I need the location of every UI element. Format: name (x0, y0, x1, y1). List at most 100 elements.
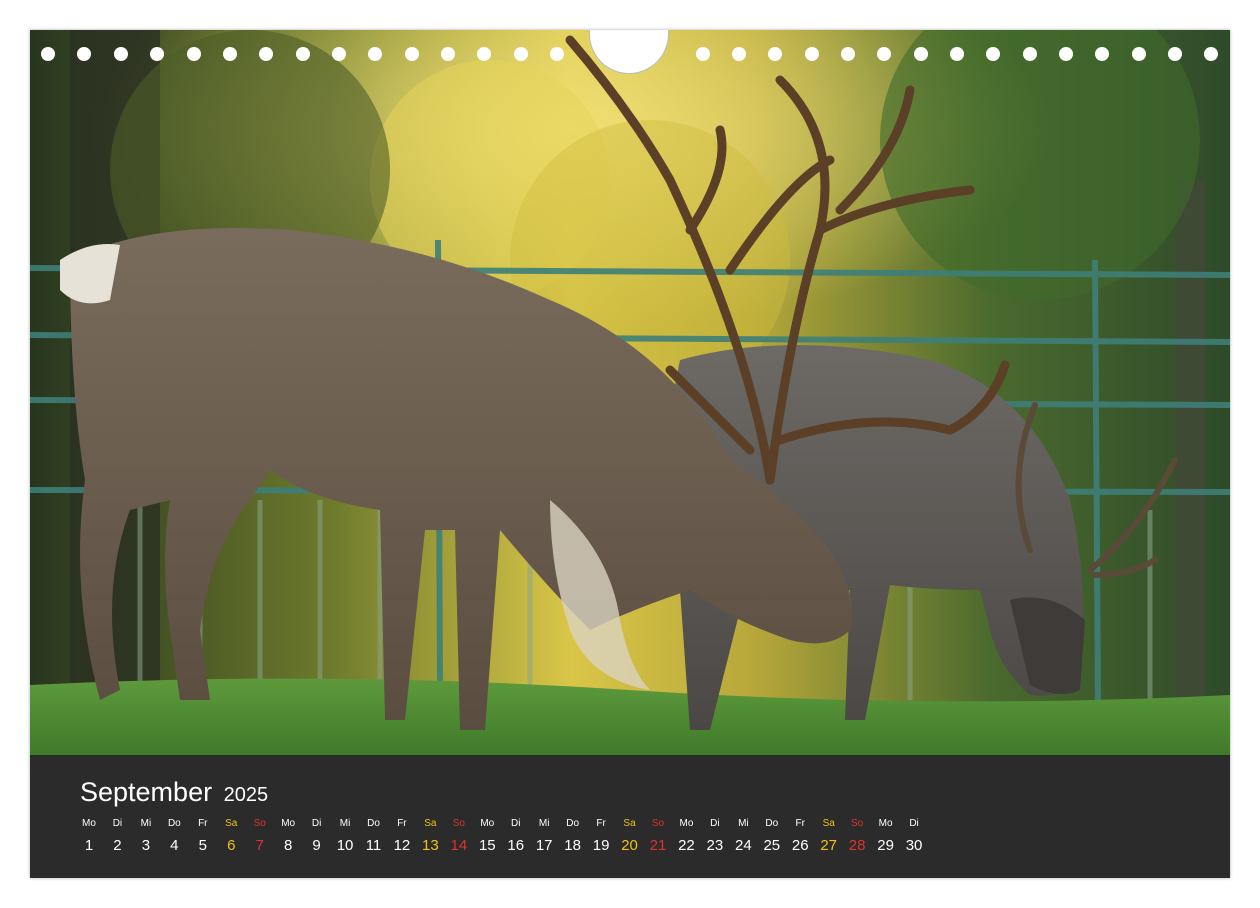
weekday-label: Mo (281, 818, 296, 829)
day-number: 8 (283, 837, 293, 854)
day-number: 17 (535, 837, 553, 854)
day-number: 21 (649, 837, 667, 854)
year: 2025 (223, 784, 269, 806)
day-cell: So 28 (843, 817, 871, 854)
photo-artwork (30, 30, 1230, 755)
day-cell: Sa 13 (416, 817, 444, 854)
day-cell: Mo 15 (473, 817, 501, 854)
binding-hole (259, 47, 273, 61)
weekday-label: Do (167, 818, 181, 829)
binding-hole (732, 47, 746, 61)
binding-hole (332, 47, 346, 61)
weekday-label: Di (112, 818, 123, 829)
day-cell: Sa 20 (616, 817, 644, 854)
weekday-label: Fr (795, 818, 805, 829)
weekday-label: Do (765, 818, 779, 829)
binding-hole (1023, 47, 1037, 61)
weekday-label: Mi (738, 818, 749, 829)
day-cell: Fr 26 (786, 817, 814, 854)
weekday-label: Do (566, 818, 580, 829)
binding-hole (477, 47, 491, 61)
day-cell: So 7 (246, 817, 274, 854)
day-cell: Fr 12 (388, 817, 416, 854)
binding-hole (1204, 47, 1218, 61)
day-cell: Do 18 (559, 817, 587, 854)
binding-hole (1168, 47, 1182, 61)
weekday-label: Sa (822, 818, 835, 829)
day-number: 18 (564, 837, 581, 854)
day-cell: Do 25 (758, 817, 786, 854)
day-number: 14 (450, 837, 468, 854)
binding-hole (986, 47, 1000, 61)
binding-hole (1059, 47, 1073, 61)
day-number: 29 (877, 837, 894, 854)
day-number: 11 (365, 837, 382, 854)
day-number: 1 (84, 837, 94, 854)
day-row: Mo 1 Di 2 Mi 3 Do 4 Fr 5 Sa 6 So 7 Mo 8 Di 9 Mi 10 Do 11 Fr 12 S… (75, 817, 1195, 867)
day-number: 24 (735, 837, 752, 854)
day-number: 20 (621, 837, 638, 854)
day-cell: Mo 8 (274, 817, 302, 854)
day-number: 15 (478, 837, 496, 854)
day-cell: Do 11 (360, 817, 388, 854)
day-number: 23 (706, 837, 724, 854)
month-title: September 2025 (80, 777, 268, 808)
binding-hole (368, 47, 382, 61)
weekday-label: Mo (480, 818, 495, 829)
binding-hole (114, 47, 128, 61)
day-cell: Di 9 (303, 817, 331, 854)
day-number: 6 (227, 837, 236, 854)
day-number: 25 (763, 837, 781, 854)
day-number: 27 (820, 837, 838, 854)
day-cell: Fr 19 (587, 817, 615, 854)
weekday-label: So (253, 818, 266, 829)
weekday-label: Mi (140, 818, 152, 829)
weekday-label: Mi (339, 818, 351, 829)
day-cell: Mi 3 (132, 817, 160, 854)
day-cell: Mi 17 (530, 817, 558, 854)
binding-hole (514, 47, 528, 61)
binding-hole (877, 47, 891, 61)
weekday-label: Mo (878, 818, 893, 829)
day-number: 9 (312, 837, 321, 854)
day-number: 16 (507, 837, 525, 854)
binding-hole (768, 47, 782, 61)
day-number: 28 (848, 837, 866, 854)
weekday-label: Sa (424, 818, 437, 829)
binding-hole (223, 47, 237, 61)
weekday-label: Mo (82, 818, 96, 829)
day-cell: Mo 1 (75, 817, 103, 854)
day-number: 7 (255, 837, 264, 854)
reindeer-photo (30, 30, 1230, 755)
binding-hole (805, 47, 819, 61)
weekday-label: Mi (538, 818, 550, 829)
day-cell: Mi 24 (729, 817, 757, 854)
weekday-label: So (651, 818, 665, 829)
binding-hole (187, 47, 201, 61)
weekday-label: Do (367, 818, 380, 829)
binding-hole (405, 47, 419, 61)
day-cell: Fr 5 (189, 817, 217, 854)
weekday-label: Di (511, 818, 521, 829)
day-cell: Mo 22 (672, 817, 700, 854)
binding-hole (41, 47, 55, 61)
binding-hole (841, 47, 855, 61)
day-cell: So 14 (445, 817, 473, 854)
day-number: 22 (678, 837, 695, 854)
day-cell: Di 23 (701, 817, 729, 854)
weekday-label: Di (710, 818, 720, 829)
day-cell: Mo 29 (872, 817, 900, 854)
weekday-label: Fr (397, 818, 407, 829)
binding-hole (77, 47, 91, 61)
day-cell: Sa 6 (217, 817, 245, 854)
binding-hole (914, 47, 928, 61)
day-number: 30 (905, 837, 923, 854)
binding-hole (441, 47, 455, 61)
binding-hole (1095, 47, 1109, 61)
weekday-label: So (851, 818, 864, 829)
binding-hole (296, 47, 310, 61)
day-number: 2 (113, 837, 122, 854)
weekday-label: Sa (623, 818, 636, 829)
day-cell: Di 30 (900, 817, 928, 854)
binding-hole (950, 47, 964, 61)
